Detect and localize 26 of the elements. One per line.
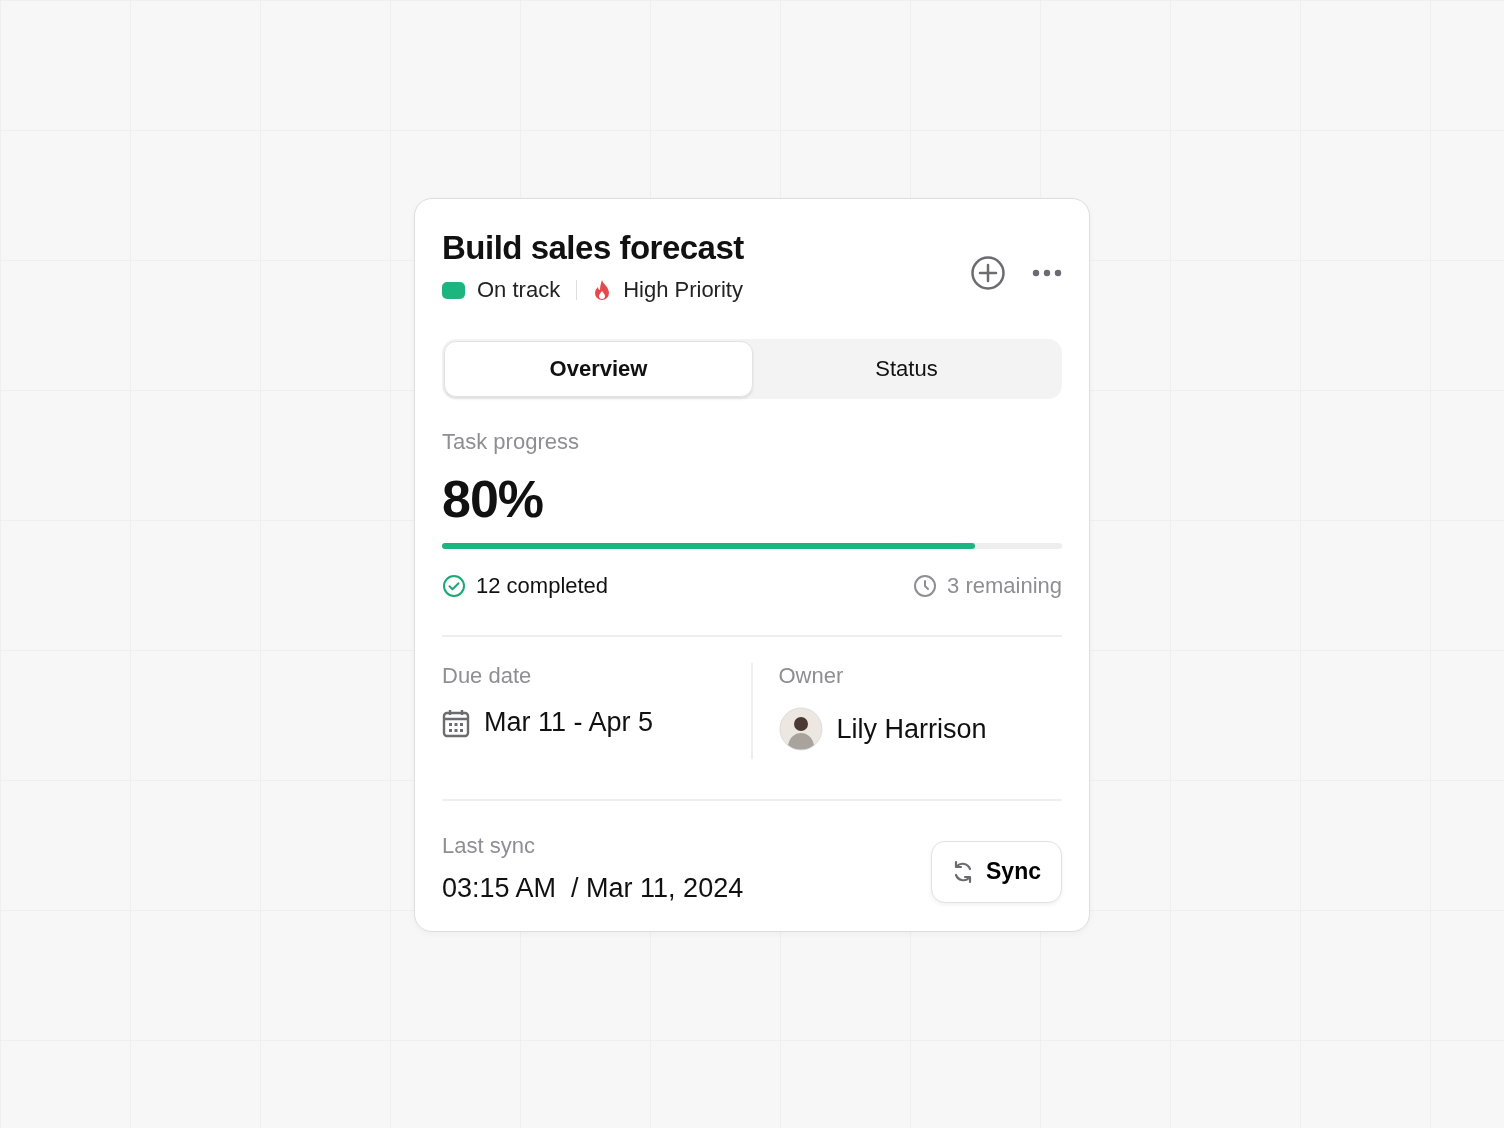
clock-icon (913, 574, 938, 598)
completed-count: 12 completed (476, 573, 609, 599)
due-date-value: Mar 11 - Apr 5 (484, 707, 654, 738)
flame-icon (593, 279, 612, 301)
priority-label: High Priority (623, 277, 743, 303)
owner-label: Owner (778, 663, 845, 689)
plus-circle-icon (970, 255, 1006, 291)
progress-label: Task progress (442, 429, 580, 455)
check-circle-icon (442, 574, 466, 598)
status-label: On track (477, 277, 561, 303)
calendar-icon (442, 707, 470, 738)
tab[interactable]: Status (753, 341, 1060, 397)
tab[interactable]: Overview (444, 341, 753, 397)
add-button[interactable] (970, 255, 1006, 291)
more-button[interactable] (1032, 269, 1062, 277)
avatar (778, 707, 823, 751)
last-sync-value: 03:15 AM / Mar 11, 2024 (442, 873, 744, 904)
remaining-count: 3 remaining (947, 573, 1062, 599)
last-sync-label: Last sync (442, 833, 536, 859)
progress-value: 80% (442, 469, 545, 529)
owner-name: Lily Harrison (836, 713, 987, 745)
more-icon (1032, 269, 1062, 277)
sync-button[interactable]: Sync (931, 840, 1062, 903)
sync-icon (952, 859, 974, 884)
due-date-label: Due date (442, 663, 533, 689)
card-title: Build sales forecast (442, 229, 744, 267)
